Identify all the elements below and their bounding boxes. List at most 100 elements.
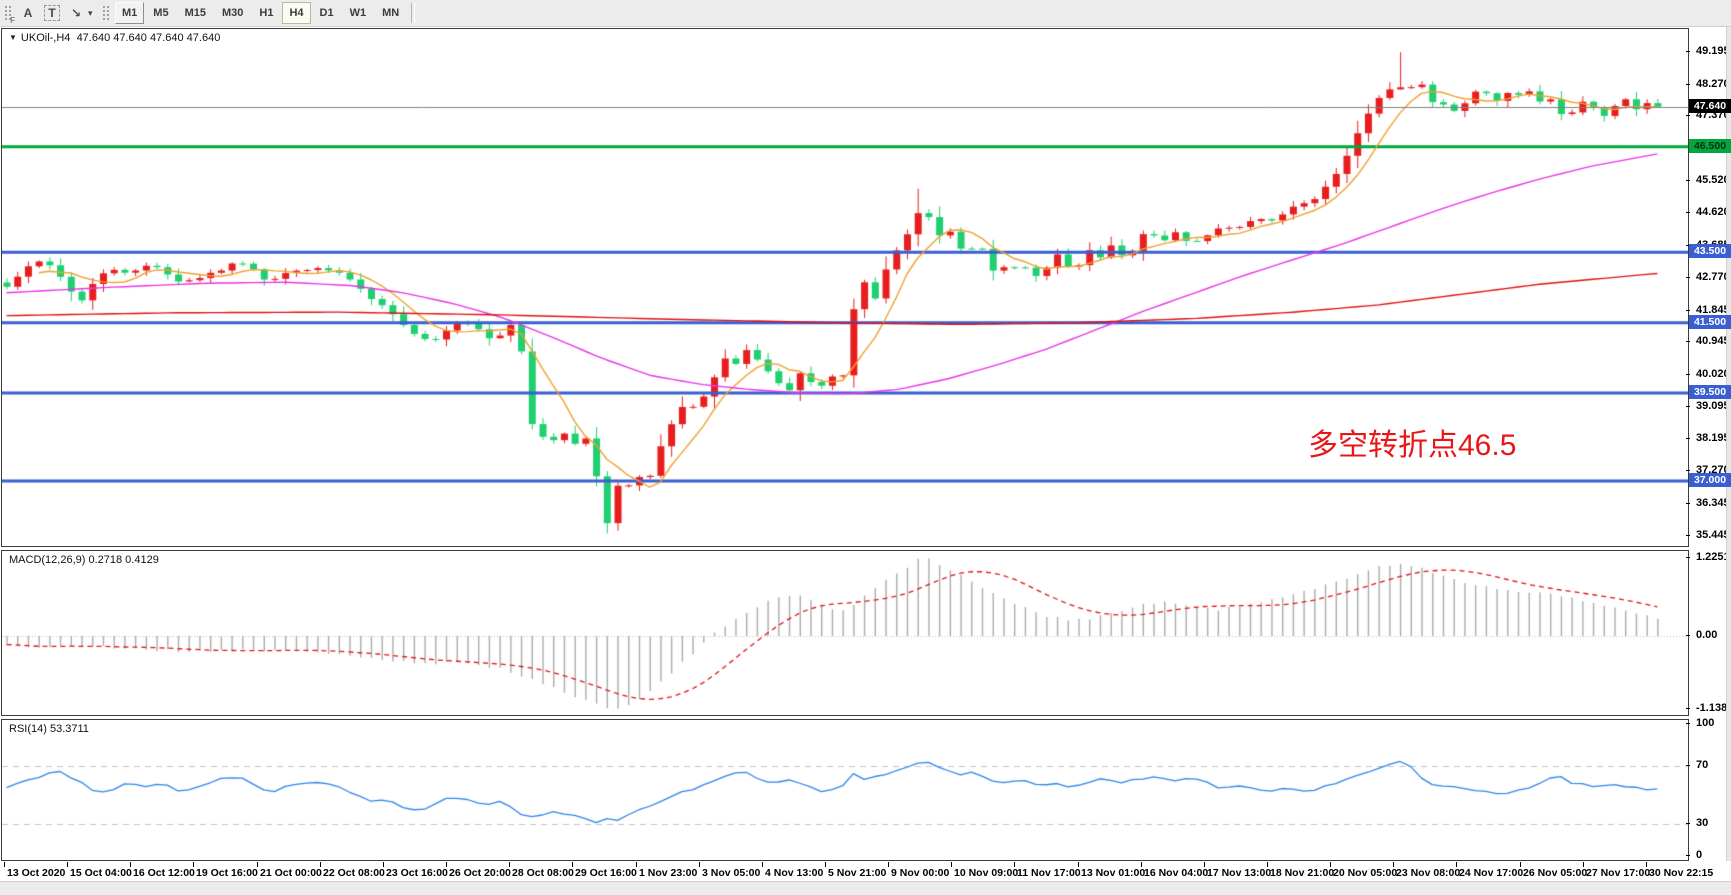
time-tick-mark [383, 862, 384, 867]
time-axis-label: 26 Nov 05:00 [1523, 867, 1587, 879]
price-axis-label: 49.195 [1696, 45, 1730, 57]
toolbar-separator [411, 3, 415, 23]
price-axis-label: 70 [1696, 759, 1708, 771]
time-axis-label: 4 Nov 13:00 [765, 867, 823, 879]
price-axis-label: 45.520 [1696, 174, 1730, 186]
arrow-objects-icon[interactable]: ↘ [65, 3, 87, 23]
toolbar-grip-icon[interactable]: F [3, 4, 13, 22]
text-label-icon[interactable]: A [17, 3, 39, 23]
price-axis-label: 100 [1696, 717, 1714, 729]
toolbar: FAT↘▾ M1M5M15M30H1H4D1W1MN [0, 0, 1731, 27]
collapse-triangle-icon[interactable]: ▼ [9, 33, 17, 42]
axis-tick-mark [1686, 84, 1690, 85]
time-axis-label: 9 Nov 00:00 [891, 867, 949, 879]
time-tick-mark [636, 862, 637, 867]
axis-tick-mark [1686, 310, 1690, 311]
time-tick-mark [951, 862, 952, 867]
timeframe-button-d1[interactable]: D1 [313, 2, 341, 24]
axis-tick-mark [1686, 51, 1690, 52]
time-tick-mark [130, 862, 131, 867]
time-axis-label: 16 Nov 04:00 [1144, 867, 1208, 879]
rsi-plot[interactable] [2, 720, 1688, 860]
price-axis-label: 42.770 [1696, 271, 1730, 283]
macd-label: MACD(12,26,9) 0.2718 0.4129 [9, 554, 159, 566]
timeframe-button-m1[interactable]: M1 [115, 2, 144, 24]
window-edge-strip [1726, 27, 1731, 895]
time-axis-label: 10 Nov 09:00 [954, 867, 1018, 879]
time-tick-mark [193, 862, 194, 867]
time-tick-mark [1204, 862, 1205, 867]
time-axis-label: 13 Nov 01:00 [1081, 867, 1145, 879]
time-axis-label: 27 Nov 17:00 [1586, 867, 1650, 879]
time-tick-mark [1014, 862, 1015, 867]
axis-tick-mark [1686, 212, 1690, 213]
price-axis-label: 35.445 [1696, 529, 1730, 541]
timeframe-button-w1[interactable]: W1 [343, 2, 374, 24]
axis-tick-mark [1686, 557, 1690, 558]
time-axis-label: 23 Nov 08:00 [1396, 867, 1460, 879]
axis-tick-mark [1686, 535, 1690, 536]
price-chart-panel: ▼UKOil-,H4 47.640 47.640 47.640 47.640 [1, 28, 1689, 547]
time-axis-label: 13 Oct 2020 [7, 867, 65, 879]
time-axis-label: 23 Oct 16:00 [386, 867, 448, 879]
rsi-label: RSI(14) 53.3711 [9, 723, 89, 735]
timeframe-button-m30[interactable]: M30 [215, 2, 250, 24]
time-tick-mark [320, 862, 321, 867]
rsi-indicator-panel: RSI(14) 53.3711 [1, 719, 1689, 861]
time-tick-mark [446, 862, 447, 867]
axis-tick-mark [1686, 470, 1690, 471]
chart-title: ▼UKOil-,H4 47.640 47.640 47.640 47.640 [9, 32, 220, 44]
axis-tick-mark [1686, 438, 1690, 439]
time-tick-mark [1267, 862, 1268, 867]
price-level-box: 46.500 [1689, 139, 1731, 153]
axis-tick-mark [1686, 855, 1690, 856]
time-axis-label: 28 Oct 08:00 [512, 867, 574, 879]
timeframe-button-h1[interactable]: H1 [252, 2, 280, 24]
time-tick-mark [67, 862, 68, 867]
mt4-chart-window: FAT↘▾ M1M5M15M30H1H4D1W1MN ▼ UKOil-,H4 47.… [0, 0, 1731, 895]
price-axis-label: 40.020 [1696, 368, 1730, 380]
time-tick-mark [1141, 862, 1142, 867]
axis-tick-mark [1686, 277, 1690, 278]
time-axis[interactable]: 13 Oct 202015 Oct 04:0016 Oct 12:0019 Oc… [0, 861, 1731, 881]
timeframe-button-m5[interactable]: M5 [146, 2, 175, 24]
pivot-annotation-text: 多空转折点46.5 [1308, 420, 1516, 464]
price-axis-label: 44.620 [1696, 206, 1730, 218]
price-level-box: 47.640 [1689, 99, 1731, 113]
price-chart-plot[interactable] [2, 29, 1688, 546]
axis-tick-mark [1686, 406, 1690, 407]
chart-symbol: UKOil-,H4 [21, 32, 71, 44]
timeframe-button-m15[interactable]: M15 [178, 2, 213, 24]
price-axis[interactable]: 49.19548.27047.37045.52044.62043.68542.7… [1690, 27, 1726, 882]
text-box-icon[interactable]: T [41, 3, 63, 23]
time-tick-mark [699, 862, 700, 867]
axis-tick-mark [1686, 635, 1690, 636]
time-tick-mark [762, 862, 763, 867]
axis-tick-mark [1686, 374, 1690, 375]
time-axis-label: 19 Oct 16:00 [196, 867, 258, 879]
time-tick-mark [1456, 862, 1457, 867]
macd-indicator-panel: MACD(12,26,9) 0.2718 0.4129 [1, 550, 1689, 716]
time-axis-label: 30 Nov 22:15 [1649, 867, 1713, 879]
price-axis-label: 1.2251 [1696, 551, 1730, 563]
time-tick-mark [1078, 862, 1079, 867]
price-level-box: 41.500 [1689, 315, 1731, 329]
time-axis-label: 11 Nov 17:00 [1017, 867, 1081, 879]
time-axis-label: 26 Oct 20:00 [449, 867, 511, 879]
timeframe-button-mn[interactable]: MN [375, 2, 406, 24]
timeframe-button-h4[interactable]: H4 [282, 2, 310, 24]
axis-tick-mark [1686, 341, 1690, 342]
time-tick-mark [509, 862, 510, 867]
time-axis-label: 16 Oct 12:00 [133, 867, 195, 879]
price-axis-label: 36.345 [1696, 497, 1730, 509]
axis-tick-mark [1686, 765, 1690, 766]
time-tick-mark [825, 862, 826, 867]
time-axis-label: 21 Oct 00:00 [260, 867, 322, 879]
time-axis-label: 3 Nov 05:00 [702, 867, 760, 879]
axis-tick-mark [1686, 115, 1690, 116]
price-axis-label: 38.195 [1696, 432, 1730, 444]
toolbar-grip-icon[interactable] [101, 4, 111, 22]
dropdown-caret-icon[interactable]: ▾ [88, 8, 98, 19]
time-tick-mark [572, 862, 573, 867]
macd-plot[interactable] [2, 551, 1688, 715]
